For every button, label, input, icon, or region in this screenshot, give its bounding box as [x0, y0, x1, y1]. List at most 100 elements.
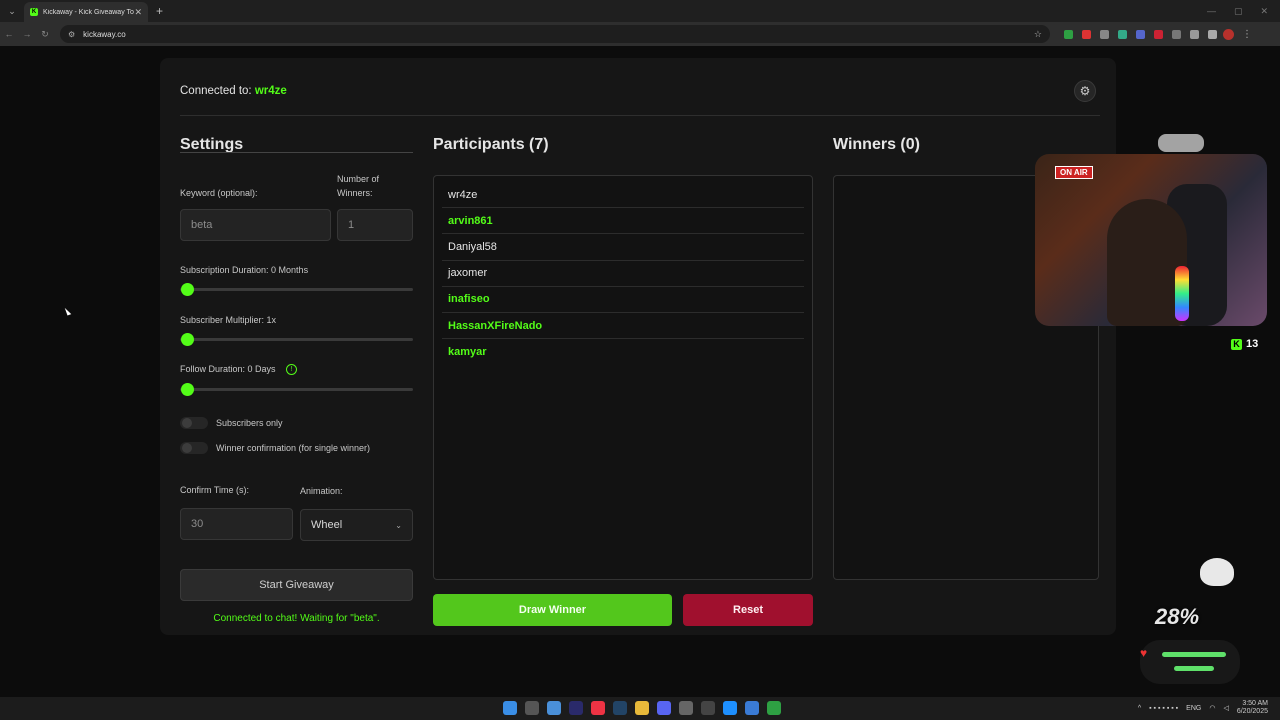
tray-icons[interactable]: ▪ ▪ ▪ ▪ ▪ ▪ ▪	[1149, 705, 1178, 712]
bookmark-star-icon[interactable]: ☆	[1034, 29, 1042, 40]
discord-icon[interactable]	[657, 701, 671, 715]
clock[interactable]: 3:50 AM 6/20/2025	[1237, 700, 1268, 716]
reload-icon[interactable]: ↻	[36, 29, 54, 40]
clock-date: 6/20/2025	[1236, 708, 1268, 715]
connected-label: Connected to:	[180, 85, 252, 97]
extension-icon[interactable]	[1154, 29, 1163, 39]
winners-count-input[interactable]: 1	[337, 209, 413, 241]
participant-row: inafiseo	[442, 287, 804, 313]
draw-winner-button[interactable]: Draw Winner	[433, 594, 672, 626]
confirm-time-input[interactable]: 30	[180, 508, 293, 540]
app-icon[interactable]	[723, 701, 737, 715]
ghost-sticker-icon	[1200, 558, 1234, 586]
extension-icon[interactable]	[1082, 29, 1091, 39]
page: Connected to: wr4ze ⚙ Settings Keyword (…	[0, 46, 1280, 697]
chat-status-text: Connected to chat! Waiting for "beta".	[213, 613, 380, 624]
viewer-count: K 13	[1231, 338, 1258, 350]
keyword-label: Keyword (optional):	[180, 188, 258, 198]
subscriber-multiplier-label: Subscriber Multiplier: 1x	[180, 315, 277, 325]
close-window-icon[interactable]: ✕	[1260, 6, 1268, 17]
profile-avatar[interactable]	[1223, 28, 1234, 40]
start-icon[interactable]	[503, 701, 517, 715]
tab-search-icon[interactable]: ⌄	[0, 0, 24, 22]
participant-row: arvin861	[442, 208, 804, 235]
follow-duration-slider[interactable]	[180, 383, 413, 396]
site-info-icon[interactable]: ⚙	[68, 30, 75, 39]
chrome-icon[interactable]	[591, 701, 605, 715]
participant-row: HassanXFireNado	[442, 313, 804, 340]
minimize-icon[interactable]: —	[1207, 6, 1216, 17]
slider-thumb[interactable]	[181, 283, 194, 296]
browser-tab-active[interactable]: K Kickaway - Kick Giveaway Tool ✕	[24, 2, 148, 22]
url-field[interactable]: ⚙ kickaway.co ☆	[60, 25, 1050, 43]
app-icon[interactable]	[745, 701, 759, 715]
obs-icon[interactable]	[679, 701, 693, 715]
new-tab-button[interactable]: +	[156, 4, 163, 18]
tab-close-icon[interactable]: ✕	[134, 7, 142, 18]
reset-button[interactable]: Reset	[683, 594, 813, 626]
extension-icon[interactable]	[1136, 29, 1145, 39]
kick-favicon-icon: K	[30, 8, 38, 16]
taskbar-apps	[503, 701, 781, 715]
premiere-icon[interactable]	[569, 701, 583, 715]
slider-track	[180, 288, 413, 291]
app-icon[interactable]	[767, 701, 781, 715]
subscription-duration-slider[interactable]	[180, 283, 413, 296]
extension-icon[interactable]	[1100, 29, 1109, 39]
heart-icon: ♥	[1140, 646, 1148, 660]
participants-title: Participants (7)	[433, 136, 549, 153]
keyword-input[interactable]: beta	[180, 209, 331, 241]
cat-sticker-icon	[1158, 134, 1204, 152]
extensions-puzzle-icon[interactable]	[1190, 29, 1199, 39]
animation-select[interactable]: Wheel ⌄	[300, 509, 413, 541]
animation-label: Animation:	[300, 486, 343, 496]
settings-gear-icon[interactable]: ⚙	[1074, 80, 1096, 102]
subscribers-only-toggle[interactable]	[180, 417, 208, 429]
tab-title: Kickaway - Kick Giveaway Tool	[43, 8, 135, 16]
slider-thumb[interactable]	[181, 383, 194, 396]
kick-logo-icon: K	[1231, 338, 1242, 350]
divider	[180, 152, 413, 153]
goal-percent: 28%	[1155, 604, 1200, 629]
extension-icon[interactable]	[1064, 29, 1073, 39]
browser-tab-bar: ⌄ K Kickaway - Kick Giveaway Tool ✕ + — …	[0, 0, 1280, 22]
back-icon[interactable]: ←	[0, 29, 18, 39]
volume-icon[interactable]: ◁	[1223, 704, 1228, 712]
app-icon[interactable]	[547, 701, 561, 715]
download-icon[interactable]	[1208, 29, 1217, 39]
browser-menu-icon[interactable]: ⋮	[1242, 29, 1252, 40]
follow-duration-text: Follow Duration: 0 Days	[180, 364, 276, 374]
explorer-icon[interactable]	[635, 701, 649, 715]
address-bar-row: ← → ↻ ⚙ kickaway.co ☆ ⋮	[0, 22, 1280, 46]
search-icon[interactable]	[525, 701, 539, 715]
steam-icon[interactable]	[613, 701, 627, 715]
chevron-down-icon: ⌄	[395, 520, 402, 530]
winner-confirmation-toggle[interactable]	[180, 442, 208, 454]
participant-row: Daniyal58	[442, 234, 804, 261]
url-text: kickaway.co	[83, 29, 126, 39]
system-tray: ^ ▪ ▪ ▪ ▪ ▪ ▪ ▪ ENG ◠ ◁ 3:50 AM 6/20/202…	[1138, 700, 1268, 716]
start-giveaway-button[interactable]: Start Giveaway	[180, 569, 413, 601]
maximize-icon[interactable]: ▢	[1234, 6, 1243, 17]
goal-text-graphic	[1162, 652, 1226, 657]
animation-value: Wheel	[311, 519, 343, 531]
participant-row: jaxomer	[442, 261, 804, 287]
app-icon[interactable]	[701, 701, 715, 715]
giveaway-card: Connected to: wr4ze ⚙ Settings Keyword (…	[160, 58, 1116, 635]
extension-icon[interactable]	[1172, 29, 1181, 39]
extension-icon[interactable]	[1118, 29, 1127, 39]
confirm-time-label: Confirm Time (s):	[180, 485, 250, 495]
slider-thumb[interactable]	[181, 333, 194, 346]
language-indicator[interactable]: ENG	[1186, 705, 1201, 712]
follow-duration-label: Follow Duration: 0 Days !	[180, 364, 298, 376]
winners-title: Winners (0)	[833, 136, 920, 153]
subscriber-multiplier-slider[interactable]	[180, 333, 413, 346]
winners-label: Number of	[337, 174, 380, 184]
windows-taskbar: ^ ▪ ▪ ▪ ▪ ▪ ▪ ▪ ENG ◠ ◁ 3:50 AM 6/20/202…	[0, 697, 1280, 720]
forward-icon[interactable]: →	[18, 29, 36, 39]
tray-chevron-icon[interactable]: ^	[1138, 705, 1141, 712]
slider-track	[180, 338, 413, 341]
info-icon[interactable]: !	[286, 364, 298, 376]
extensions-bar	[1064, 29, 1217, 39]
wifi-icon[interactable]: ◠	[1209, 704, 1215, 712]
